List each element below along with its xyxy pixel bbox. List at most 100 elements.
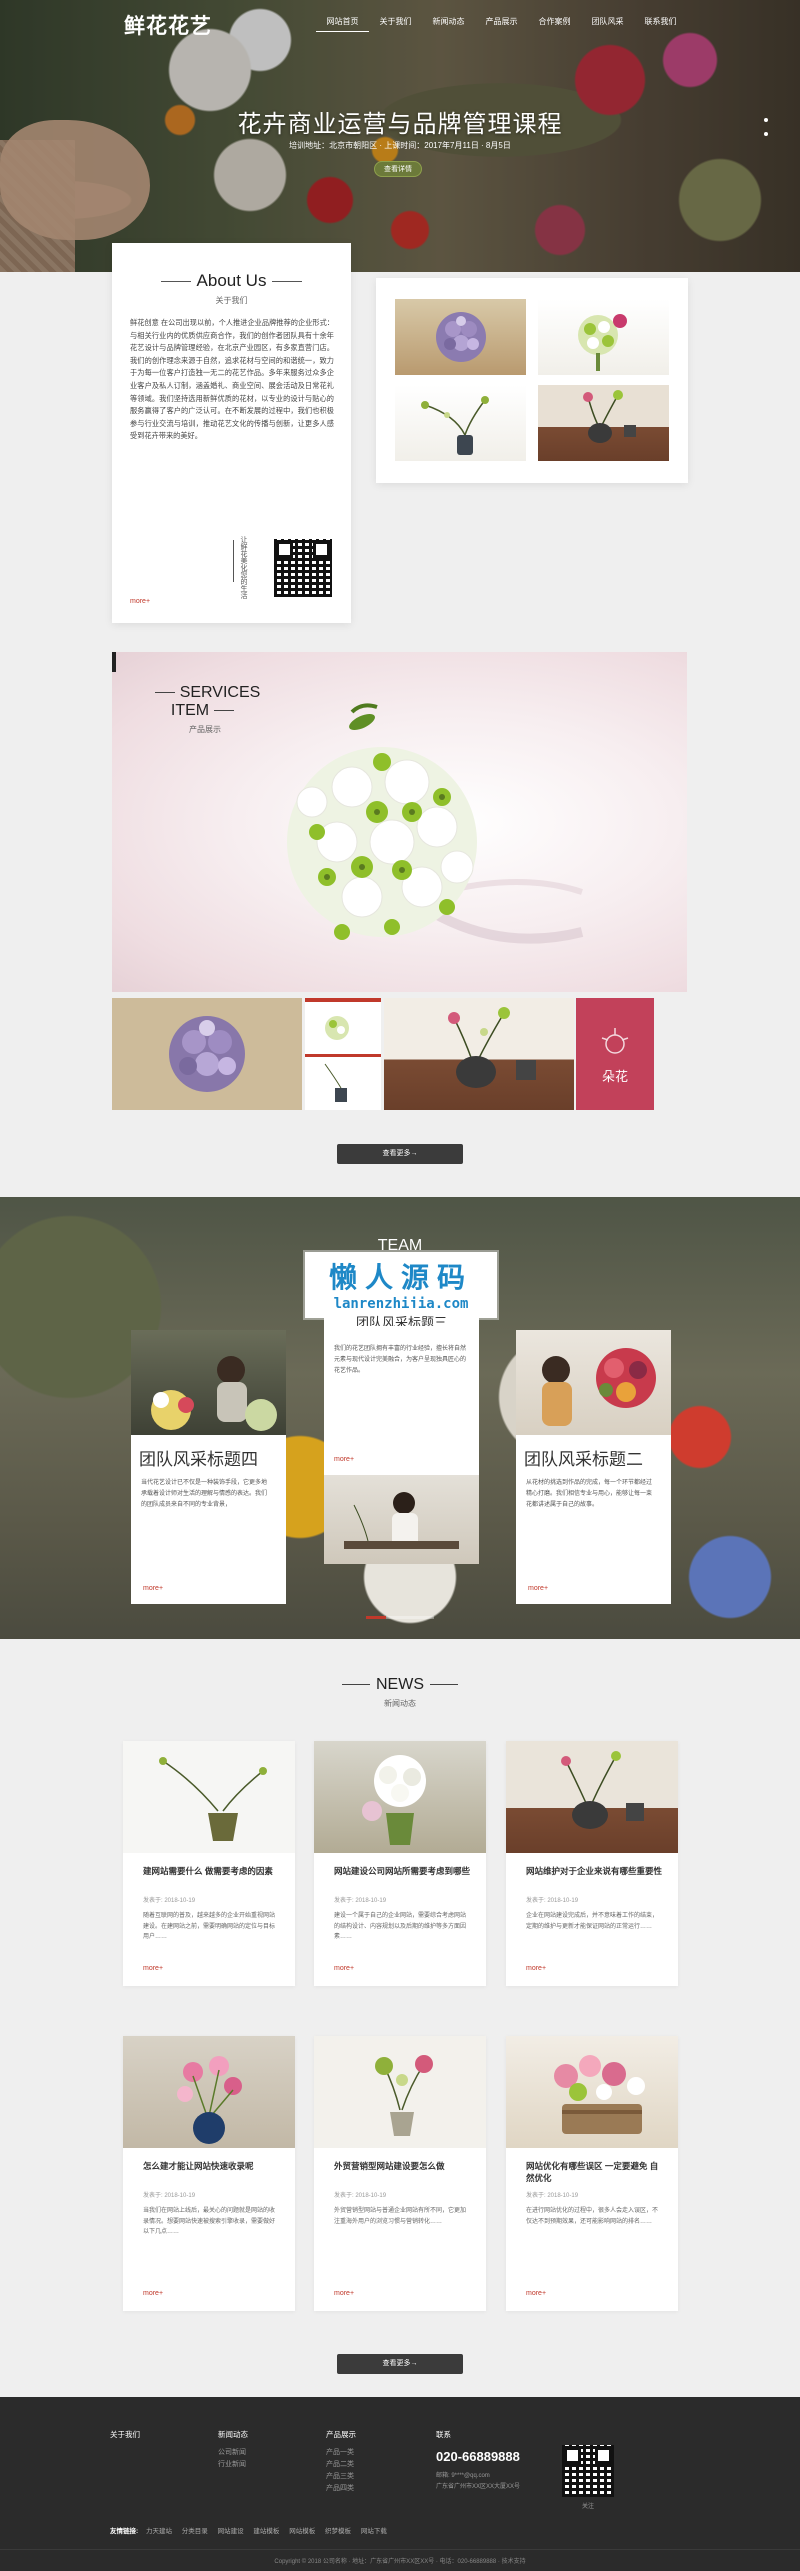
about-text: 鲜花创意 在公司出现以前，个人推进企业品牌推荐的企业形式：与相关行业内的优质供应… xyxy=(130,318,334,441)
news-image-3 xyxy=(506,1741,678,1853)
footer-qr-code xyxy=(562,2445,614,2497)
footer-qr-caption: 关注 xyxy=(581,2504,594,2510)
footer-col-contact: 联系 xyxy=(436,2429,451,2447)
site-footer: 关于我们 新闻动态 公司新闻 行业新闻 产品展示 产品一类 产品二类 产品三类 … xyxy=(0,2397,800,2571)
about-vertical-label: 让鲜花美化您的生活 xyxy=(240,536,247,599)
news-date: 发表于: 2018-10-19 xyxy=(334,1898,387,1904)
copyright: Copyright © 2018 公司名称 · 地址：广东省广州市XX区XX号 … xyxy=(0,2549,800,2565)
photo-wood-table-vase[interactable] xyxy=(538,385,669,461)
photo-purple-bouquet[interactable] xyxy=(395,299,526,375)
team-photo-2 xyxy=(516,1330,671,1435)
footer-heading[interactable]: 新闻动态 xyxy=(218,2429,248,2441)
team-card-title: 团队风采标题三 xyxy=(355,1315,447,1326)
team-card-2[interactable]: 团队风采标题二 从花材的挑选到作品的完成，每一个环节都经过精心打磨。我们相信专业… xyxy=(516,1330,671,1604)
product-thumb-3[interactable] xyxy=(384,998,574,1110)
nav-contact[interactable]: 联系我们 xyxy=(634,16,687,32)
team-card-3[interactable]: 团队风采标题三 我们的花艺团队拥有丰富的行业经验，擅长将自然元素与现代设计完美融… xyxy=(324,1308,479,1564)
hero-title: 花卉商业运营与品牌管理课程 xyxy=(237,111,563,138)
friend-link[interactable]: 网站建设 xyxy=(218,2528,244,2535)
news-heading: NEWS 新闻动态 xyxy=(0,1676,800,1709)
news-more[interactable]: more+ xyxy=(334,1965,354,1972)
footer-link[interactable]: 产品三类 xyxy=(326,2471,356,2483)
news-more[interactable]: more+ xyxy=(526,1965,546,1972)
about-heading: About Us 关于我们 xyxy=(112,271,351,306)
about-divider xyxy=(233,540,234,582)
news-title[interactable]: 外贸营销型网站建设要怎么做 xyxy=(334,2160,474,2172)
team-photo-3 xyxy=(324,1475,479,1564)
main-nav: 网站首页 关于我们 新闻动态 产品展示 合作案例 团队风采 联系我们 xyxy=(316,16,687,32)
news-card-6[interactable]: 网站优化有哪些误区 一定要避免 自然优化 发表于: 2018-10-19 在进行… xyxy=(506,2036,678,2311)
friend-link[interactable]: 建站模板 xyxy=(253,2528,279,2535)
footer-heading[interactable]: 关于我们 xyxy=(110,2429,140,2441)
footer-phone: 020-66889888 xyxy=(436,2449,520,2464)
friend-link[interactable]: 网站下载 xyxy=(361,2528,387,2535)
nav-home[interactable]: 网站首页 xyxy=(316,16,369,32)
news-more[interactable]: more+ xyxy=(143,1965,163,1972)
team-card-4[interactable]: 团队风采标题四 当代花艺设计已不仅是一种装饰手段，它更多地承载着设计师对生活的理… xyxy=(131,1330,286,1604)
team-photo-4 xyxy=(131,1330,286,1435)
news-card-3[interactable]: 网站维护对于企业来说有哪些重要性 发表于: 2018-10-19 企业在网站建设… xyxy=(506,1741,678,1986)
product-thumb-1[interactable] xyxy=(112,998,302,1110)
footer-heading[interactable]: 产品展示 xyxy=(326,2429,356,2441)
footer-col-about: 关于我们 xyxy=(110,2429,140,2447)
nav-about[interactable]: 关于我们 xyxy=(369,16,422,32)
team-card-more[interactable]: more+ xyxy=(143,1585,163,1592)
news-title[interactable]: 怎么建才能让网站快速收录呢 xyxy=(143,2160,283,2172)
nav-news[interactable]: 新闻动态 xyxy=(422,16,475,32)
news-more[interactable]: more+ xyxy=(334,2290,354,2297)
footer-link[interactable]: 公司新闻 xyxy=(218,2447,248,2459)
footer-link[interactable]: 产品二类 xyxy=(326,2459,356,2471)
news-title[interactable]: 网站维护对于企业来说有哪些重要性 xyxy=(526,1865,666,1877)
news-subtitle: 新闻动态 xyxy=(384,1699,416,1708)
news-more[interactable]: more+ xyxy=(143,2290,163,2297)
team-card-title: 团队风采标题二 xyxy=(524,1450,643,1469)
news-more[interactable]: more+ xyxy=(526,2290,546,2297)
team-card-more[interactable]: more+ xyxy=(334,1456,354,1463)
footer-col-products: 产品展示 产品一类 产品二类 产品三类 产品四类 xyxy=(326,2429,356,2495)
nav-products[interactable]: 产品展示 xyxy=(475,16,528,32)
about-more-link[interactable]: more+ xyxy=(130,598,150,605)
news-image-6 xyxy=(506,2036,678,2148)
news-title[interactable]: 建网站需要什么 做需要考虑的因素 xyxy=(143,1865,283,1877)
friend-link[interactable]: 力天建站 xyxy=(146,2528,172,2535)
photo-green-bouquet[interactable] xyxy=(538,299,669,375)
news-date: 发表于: 2018-10-19 xyxy=(143,2193,196,2199)
footer-heading: 联系 xyxy=(436,2430,451,2439)
slider-dots[interactable] xyxy=(764,118,768,146)
news-card-1[interactable]: 建网站需要什么 做需要考虑的因素 发表于: 2018-10-19 随着互联网的普… xyxy=(123,1741,295,1986)
news-title: NEWS xyxy=(376,1676,424,1693)
footer-link[interactable]: 产品一类 xyxy=(326,2447,356,2459)
photo-vase-arrangement[interactable] xyxy=(395,385,526,461)
brand-label: 朵花 xyxy=(601,1069,628,1084)
footer-link[interactable]: 行业新闻 xyxy=(218,2459,248,2471)
news-more-button[interactable]: 查看更多→ xyxy=(337,2354,463,2374)
services-more-button[interactable]: 查看更多→ xyxy=(337,1144,463,1164)
news-date: 发表于: 2018-10-19 xyxy=(334,2193,387,2199)
footer-link[interactable]: 产品四类 xyxy=(326,2483,356,2495)
hero-details-button[interactable]: 查看详情 xyxy=(374,161,422,177)
team-card-text: 我们的花艺团队拥有丰富的行业经验，擅长将自然元素与现代设计完美融合，为客户呈现独… xyxy=(334,1346,467,1374)
site-logo[interactable]: 鲜花花艺 xyxy=(124,10,212,40)
product-thumb-2[interactable] xyxy=(305,998,381,1110)
news-desc: 企业在网站建设完成后，并不意味着工作的结束，定期的维护与更新才能保证网站的正常运… xyxy=(526,1913,659,1930)
team-card-more[interactable]: more+ xyxy=(528,1585,548,1592)
news-card-2[interactable]: 网站建设公司网站所需要考虑到哪些 发表于: 2018-10-19 建设一个属于自… xyxy=(314,1741,486,1986)
about-card: About Us 关于我们 鲜花创意 在公司出现以前，个人推进企业品牌推荐的企业… xyxy=(112,243,351,623)
product-thumb-brand[interactable]: 朵花 xyxy=(576,998,654,1110)
nav-cases[interactable]: 合作案例 xyxy=(528,16,581,32)
friend-link[interactable]: 分类目录 xyxy=(182,2528,208,2535)
team-slider-progress[interactable] xyxy=(366,1616,434,1619)
news-image-5 xyxy=(314,2036,486,2148)
services-bouquet-image xyxy=(287,703,584,944)
friend-link[interactable]: 网站模板 xyxy=(289,2528,315,2535)
news-image-2 xyxy=(314,1741,486,1853)
news-title[interactable]: 网站建设公司网站所需要考虑到哪些 xyxy=(334,1865,474,1877)
news-card-5[interactable]: 外贸营销型网站建设要怎么做 发表于: 2018-10-19 外贸营销型网站与普通… xyxy=(314,2036,486,2311)
friend-link[interactable]: 织梦模板 xyxy=(325,2528,351,2535)
news-title[interactable]: 网站优化有哪些误区 一定要避免 自然优化 xyxy=(526,2160,666,2184)
team-card-text: 当代花艺设计已不仅是一种装饰手段，它更多地承载着设计师对生活的理解与情感的表达。… xyxy=(141,1480,268,1508)
nav-team[interactable]: 团队风采 xyxy=(581,16,634,32)
news-date: 发表于: 2018-10-19 xyxy=(526,1898,579,1904)
news-image-1 xyxy=(123,1741,295,1853)
news-card-4[interactable]: 怎么建才能让网站快速收录呢 发表于: 2018-10-19 当我们在网站上线后，… xyxy=(123,2036,295,2311)
